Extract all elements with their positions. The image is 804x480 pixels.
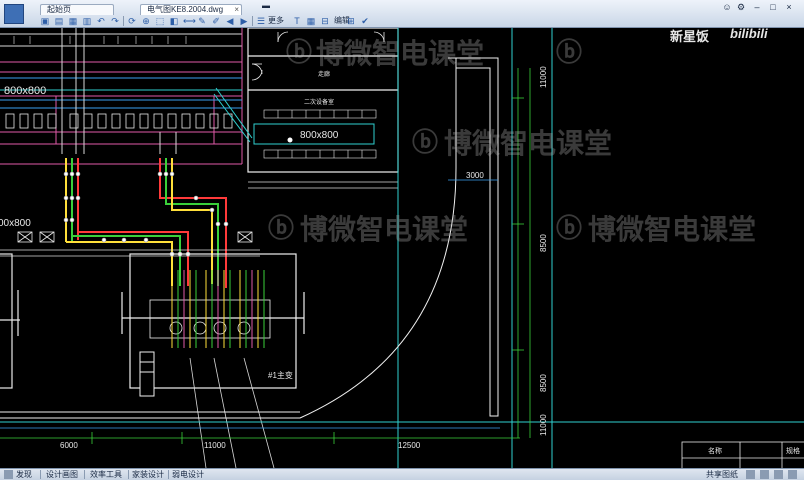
gear-icon[interactable]: ⚙ (736, 2, 746, 12)
grid-icon[interactable]: ▦ (306, 16, 316, 26)
bilibili-logo: bilibili (730, 26, 768, 41)
new-file-icon[interactable]: ▣ (40, 16, 50, 26)
bottom-separator (128, 470, 129, 479)
tab-drawing-file[interactable]: 电气图KE8.2004.dwg × (140, 4, 242, 15)
minimize-button[interactable]: – (752, 2, 762, 12)
discover-icon (4, 470, 13, 479)
watermark-logo-icon: ⓑ (412, 127, 439, 157)
zoom-icon[interactable]: ⊕ (141, 16, 151, 26)
tab-start-page-label: 起始页 (47, 5, 71, 14)
grid-icon[interactable] (760, 470, 769, 479)
bottom-tab-discover[interactable]: 发现 (16, 469, 32, 480)
save-icon[interactable]: ▦ (68, 16, 78, 26)
watermark-text: 博微智电课堂 (316, 37, 485, 70)
watermark-text: 博微智电课堂 (588, 213, 757, 246)
watermark-logo-icon: ⓑ (556, 213, 583, 243)
open-folder-icon[interactable]: ▤ (54, 16, 64, 26)
print-icon[interactable]: ▥ (82, 16, 92, 26)
watermark-logo-icon: ⓑ (556, 37, 583, 67)
size-label-mid: 800x800 (300, 130, 339, 141)
watermark-text: 博微智电课堂 (300, 213, 469, 246)
marker-dot (287, 137, 293, 143)
layer-icon[interactable]: ◧ (169, 16, 179, 26)
dim-6000: 6000 (60, 441, 78, 450)
bottom-tab-bar: 发现 设计画图 效率工具 家装设计 弱电设计 共享图纸 (0, 468, 804, 480)
toolbar-separator (123, 16, 124, 26)
shared-drawings-button[interactable]: 共享图纸 (706, 469, 738, 480)
dim-right-8500a: 8500 (539, 234, 548, 252)
refresh-icon[interactable]: ⟳ (127, 16, 137, 26)
back-icon[interactable]: ◀ (225, 16, 235, 26)
tab-close-icon[interactable]: × (234, 5, 239, 15)
more-menu-icon[interactable]: ☰ (256, 16, 266, 26)
size-label-top-left: 800x800 (4, 85, 46, 97)
fullscreen-icon[interactable] (774, 470, 783, 479)
watermark-text: 博微智电课堂 (444, 127, 613, 160)
forward-icon[interactable]: ▶ (239, 16, 249, 26)
pencil-icon[interactable]: ✎ (197, 16, 207, 26)
select-icon[interactable]: ⬚ (155, 16, 165, 26)
size-label-left-bottom: 00x800 (0, 218, 31, 229)
drawing-canvas[interactable]: 800x800 00x800 #1主变 走廊 二次设备室 800x800 300… (0, 28, 804, 468)
redo-icon[interactable]: ↷ (110, 16, 120, 26)
app-logo-icon[interactable] (4, 4, 24, 24)
close-button[interactable]: × (784, 2, 794, 12)
settings-icon[interactable] (788, 470, 797, 479)
measure-icon[interactable]: ⟷ (183, 16, 196, 26)
dim-11000: 11000 (204, 441, 226, 450)
fit-icon[interactable]: ⊞ (346, 16, 356, 26)
check-icon[interactable]: ✔ (360, 16, 370, 26)
top-toolbar: 起始页 电气图KE8.2004.dwg × ▬ ▣ ▤ ▦ ▥ ↶ ↷ ⟳ ⊕ … (0, 0, 804, 28)
dim-right-11000b: 11000 (539, 414, 548, 436)
table-col-spec: 规格 (786, 446, 800, 455)
dim-12500: 12500 (398, 441, 421, 450)
watermark-logo-icon: ⓑ (268, 213, 295, 243)
bottom-separator (168, 470, 169, 479)
dim-right-8500b: 8500 (539, 374, 548, 392)
eraser-icon[interactable]: ✐ (211, 16, 221, 26)
cad-drawing: 800x800 00x800 #1主变 走廊 二次设备室 800x800 300… (0, 28, 804, 468)
table-col-name: 名称 (708, 446, 722, 455)
tab-drawing-file-label: 电气图KE8.2004.dwg (147, 5, 224, 14)
bottom-separator (40, 470, 41, 479)
bottom-tab-design-drawing[interactable]: 设计画图 (46, 469, 78, 480)
transformer-label: #1主变 (268, 370, 293, 380)
user-icon[interactable]: ☺ (722, 2, 732, 12)
dim-3000: 3000 (466, 171, 484, 180)
ribbon-toggle-icon[interactable]: ▬ (262, 1, 270, 10)
tab-start-page[interactable]: 起始页 (40, 4, 114, 15)
bottom-separator (84, 470, 85, 479)
toolbar-separator (252, 16, 253, 26)
room-label: 二次设备室 (304, 98, 334, 106)
undo-icon[interactable]: ↶ (96, 16, 106, 26)
uploader-brand: 新星饭 (670, 29, 710, 44)
more-button[interactable]: 更多 (268, 16, 284, 26)
dim-right-11000: 11000 (539, 66, 548, 88)
text-icon[interactable]: T (292, 16, 302, 26)
maximize-button[interactable]: □ (768, 2, 778, 12)
watermark-logo-icon: ⓑ (286, 37, 313, 67)
bottom-tab-efficiency-tools[interactable]: 效率工具 (90, 469, 122, 480)
layout-icon[interactable] (746, 470, 755, 479)
bottom-tab-home-design[interactable]: 家装设计 (132, 469, 164, 480)
bottom-tab-weak-current-design[interactable]: 弱电设计 (172, 469, 204, 480)
